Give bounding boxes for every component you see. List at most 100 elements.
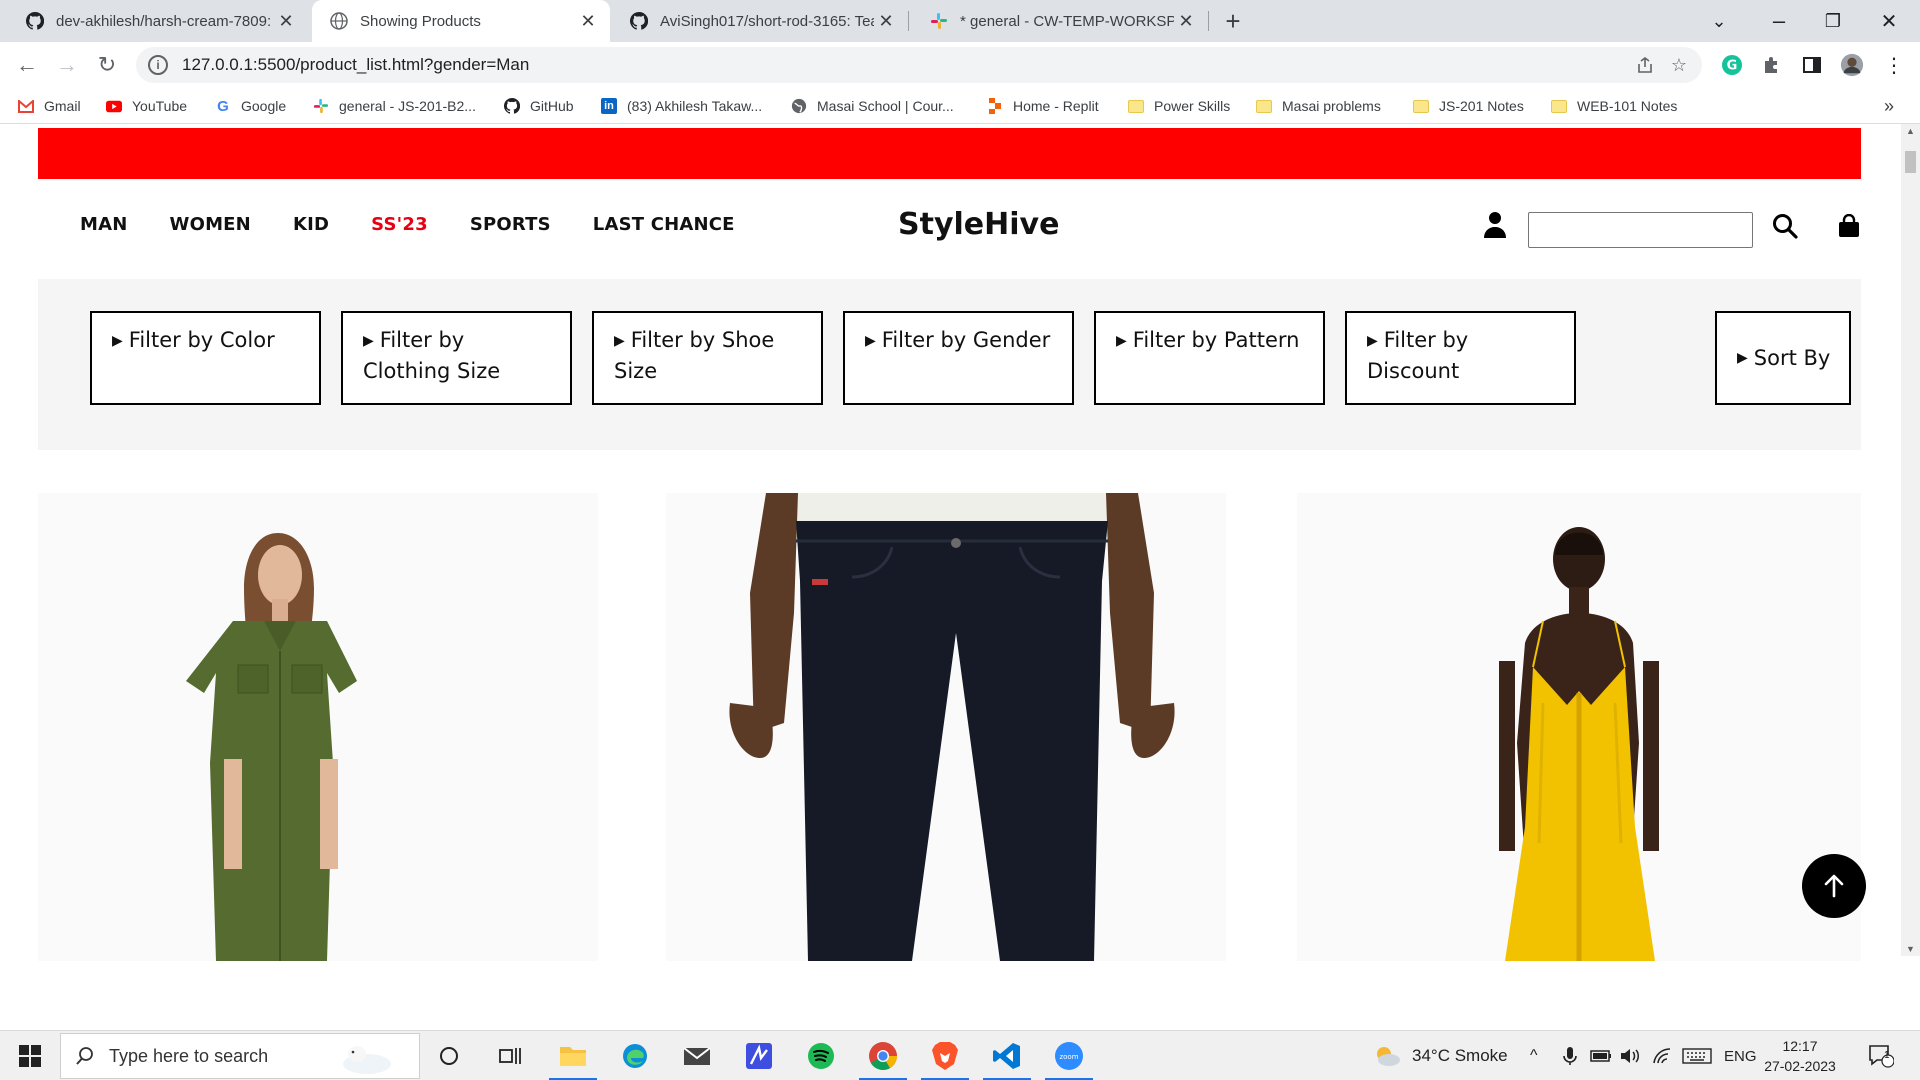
chrome-icon[interactable] [859, 1038, 907, 1080]
github-icon [630, 12, 648, 30]
tab-search-icon[interactable]: ⌄ [1692, 0, 1746, 42]
bookmark-js201-notes[interactable]: JS-201 Notes [1413, 95, 1524, 117]
filter-panel: ▶ Filter by Color ▶ Filter by Clothing Siz… [38, 279, 1861, 450]
notifications-icon[interactable]: 1 [1868, 1031, 1894, 1080]
svg-text:G: G [1727, 59, 1738, 74]
close-window-icon[interactable]: ✕ [1862, 0, 1916, 42]
filter-discount[interactable]: ▶ Filter by Discount [1345, 311, 1576, 405]
language-indicator[interactable]: ENG [1724, 1031, 1757, 1080]
more-bookmarks-icon[interactable]: » [1884, 95, 1894, 117]
nav-man[interactable]: MAN [80, 214, 128, 235]
bookmark-masai-problems[interactable]: Masai problems [1256, 95, 1381, 117]
bookmark-slack-general[interactable]: general - JS-201-B2... [313, 95, 476, 117]
bookmark-masai[interactable]: Masai School | Cour... [791, 95, 954, 117]
reload-icon[interactable]: ↻ [92, 50, 122, 80]
nav-kid[interactable]: KID [293, 214, 329, 235]
tab-github-short-rod[interactable]: AviSingh017/short-rod-3165: Tea ✕ [612, 0, 908, 42]
search-icon[interactable] [1772, 213, 1798, 244]
taskbar-search-box[interactable]: Type here to search [60, 1033, 420, 1079]
spotify-icon[interactable] [803, 1038, 839, 1074]
filter-pattern[interactable]: ▶ Filter by Pattern [1094, 311, 1325, 405]
grammarly-icon[interactable]: G [1720, 53, 1744, 77]
share-icon[interactable] [1634, 54, 1656, 76]
back-arrow-icon[interactable]: ← [12, 50, 42, 80]
tab-separator [1208, 11, 1209, 31]
disclosure-triangle-icon: ▶ [363, 333, 374, 349]
browser-toolbar: ← → ↻ i 127.0.0.1:5500/product_list.html… [0, 42, 1920, 88]
new-tab-icon[interactable]: + [1219, 6, 1247, 36]
bookmark-linkedin[interactable]: in (83) Akhilesh Takaw... [601, 95, 762, 117]
close-tab-icon[interactable]: ✕ [576, 9, 600, 33]
minimize-icon[interactable]: – [1752, 0, 1806, 42]
keyboard-icon[interactable] [1682, 1031, 1712, 1080]
volume-icon[interactable] [1620, 1031, 1642, 1080]
folder-icon [1551, 98, 1567, 114]
scrollbar-thumb[interactable] [1905, 151, 1916, 173]
address-bar[interactable]: i 127.0.0.1:5500/product_list.html?gende… [136, 47, 1702, 83]
disclosure-triangle-icon: ▶ [865, 333, 876, 349]
user-icon[interactable] [1483, 211, 1507, 244]
filter-label: Filter by Discount [1367, 328, 1469, 383]
bookmark-star-icon[interactable]: ☆ [1668, 54, 1690, 76]
profile-avatar[interactable] [1840, 53, 1864, 77]
scroll-to-top-button[interactable] [1802, 854, 1866, 918]
url-text: 127.0.0.1:5500/product_list.html?gender=… [182, 55, 530, 74]
marvin-icon[interactable] [741, 1038, 777, 1074]
sort-by-dropdown[interactable]: ▶ Sort By [1715, 311, 1851, 405]
tab-showing-products[interactable]: Showing Products ✕ [312, 0, 610, 42]
show-hidden-icons[interactable]: ^ [1530, 1031, 1538, 1080]
disclosure-triangle-icon: ▶ [112, 333, 123, 349]
bookmark-replit[interactable]: Home - Replit [987, 95, 1099, 117]
brand-logo[interactable]: StyleHive [898, 207, 1059, 242]
weather-widget[interactable]: 34°C Smoke [1372, 1031, 1508, 1080]
site-info-icon[interactable]: i [148, 55, 168, 75]
bookmark-github[interactable]: GitHub [504, 95, 574, 117]
close-tab-icon[interactable]: ✕ [874, 9, 898, 33]
bookmark-power-skills[interactable]: Power Skills [1128, 95, 1230, 117]
mail-icon[interactable] [679, 1038, 715, 1074]
filter-color[interactable]: ▶ Filter by Color [90, 311, 321, 405]
bookmark-gmail[interactable]: Gmail [18, 95, 81, 117]
side-panel-icon[interactable] [1800, 53, 1824, 77]
shopping-bag-icon[interactable] [1838, 213, 1860, 243]
page-scrollbar[interactable]: ▲ ▼ [1901, 124, 1920, 956]
tab-slack-general[interactable]: * general - CW-TEMP-WORKSPAC ✕ [912, 0, 1208, 42]
windows-start-icon[interactable] [12, 1038, 48, 1074]
timeline-icon[interactable] [492, 1038, 528, 1074]
product-card-dark-jeans[interactable] [666, 493, 1226, 961]
battery-icon[interactable] [1590, 1031, 1612, 1080]
nav-women[interactable]: WOMEN [170, 214, 251, 235]
filter-shoe-size[interactable]: ▶ Filter by Shoe Size [592, 311, 823, 405]
weather-smoke-icon [1372, 1044, 1402, 1068]
close-tab-icon[interactable]: ✕ [1174, 9, 1198, 33]
nav-ss23[interactable]: SS'23 [371, 214, 428, 235]
forward-arrow-icon[interactable]: → [52, 50, 82, 80]
task-view-icon[interactable] [431, 1038, 467, 1074]
bookmark-google[interactable]: G Google [215, 95, 286, 117]
search-input[interactable] [1528, 212, 1753, 248]
nav-sports[interactable]: SPORTS [470, 214, 551, 235]
vscode-icon[interactable] [983, 1038, 1031, 1080]
zoom-icon[interactable]: zoom [1045, 1038, 1093, 1080]
restore-icon[interactable]: ❐ [1806, 0, 1860, 42]
close-tab-icon[interactable]: ✕ [274, 9, 298, 33]
edge-icon[interactable] [617, 1038, 653, 1074]
wifi-icon[interactable] [1652, 1031, 1672, 1080]
product-card-olive-dress[interactable] [38, 493, 598, 961]
microphone-icon[interactable] [1563, 1031, 1577, 1080]
product-card-yellow-dress[interactable] [1297, 493, 1861, 961]
system-clock[interactable]: 12:17 27-02-2023 [1764, 1036, 1836, 1076]
brave-icon[interactable] [921, 1038, 969, 1080]
nav-last-chance[interactable]: LAST CHANCE [593, 214, 735, 235]
tab-github-harsh-cream[interactable]: dev-akhilesh/harsh-cream-7809: ✕ [8, 0, 308, 42]
file-explorer-icon[interactable] [549, 1038, 597, 1080]
more-menu-icon[interactable]: ⋮ [1882, 53, 1906, 77]
scroll-down-arrow-icon[interactable]: ▼ [1906, 944, 1915, 954]
extensions-puzzle-icon[interactable] [1760, 53, 1784, 77]
scroll-up-arrow-icon[interactable]: ▲ [1906, 126, 1915, 136]
filter-clothing-size[interactable]: ▶ Filter by Clothing Size [341, 311, 572, 405]
bookmark-web101-notes[interactable]: WEB-101 Notes [1551, 95, 1677, 117]
polar-bear-icon [333, 1038, 399, 1076]
bookmark-youtube[interactable]: YouTube [106, 95, 187, 117]
filter-gender[interactable]: ▶ Filter by Gender [843, 311, 1074, 405]
